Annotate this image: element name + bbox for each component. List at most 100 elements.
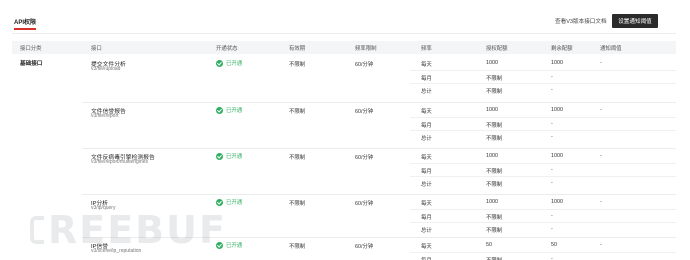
- sub-row-divider: [410, 83, 676, 84]
- quota-remaining: -: [551, 166, 553, 173]
- threshold-value: -: [600, 242, 602, 248]
- quota-remaining: -: [551, 120, 553, 127]
- threshold-value: -: [600, 107, 602, 113]
- quota-remaining: 1000: [551, 153, 563, 159]
- row-divider: [82, 148, 676, 149]
- quota-remaining: 1000: [551, 199, 563, 205]
- tab-api-permissions[interactable]: API权限: [14, 17, 36, 26]
- quota-remaining: 1000: [551, 107, 563, 113]
- check-circle-icon: [216, 59, 223, 67]
- quota-granted: 不限制: [486, 168, 503, 175]
- api-path: v3/file/report/multiengines: [91, 159, 148, 165]
- quota-remaining: 1000: [551, 60, 563, 66]
- quota-granted: 不限制: [486, 256, 502, 260]
- col-granted-quota: 授权配额: [486, 46, 508, 52]
- col-threshold: 通知阈值: [600, 46, 622, 52]
- quota-granted: 不限制: [486, 182, 503, 188]
- status-text: 已开通: [226, 108, 243, 114]
- set-threshold-button[interactable]: 设置通知阈值: [612, 14, 658, 28]
- quota-period: 总计: [421, 228, 432, 234]
- top-bar: API权限 查看V3版本接口文档 设置通知阈值: [0, 0, 690, 33]
- sub-row-divider: [410, 222, 676, 223]
- quota-granted: 1000: [486, 60, 498, 66]
- quota-period: 每天: [421, 62, 432, 68]
- rate-limit-value: 60/分钟: [355, 201, 374, 207]
- rate-limit-value: 60/分钟: [355, 109, 374, 115]
- sub-row-divider: [410, 176, 676, 177]
- threshold-value: -: [600, 153, 602, 159]
- quota-period: 每天: [421, 155, 432, 161]
- col-validity: 有效期: [289, 46, 306, 52]
- col-status: 开通状态: [216, 46, 238, 52]
- quota-remaining: -: [551, 73, 553, 80]
- quota-granted: 1000: [486, 199, 498, 205]
- sub-row-divider: [410, 251, 676, 253]
- status-text: 已开通: [226, 61, 243, 67]
- status-badge: 已开通: [216, 59, 242, 67]
- quota-period: 总计: [421, 89, 432, 95]
- status-badge: 已开通: [216, 198, 242, 206]
- rate-limit-value: 60/分钟: [355, 155, 374, 161]
- threshold-value: -: [600, 60, 602, 66]
- quota-remaining: -: [551, 212, 553, 219]
- watermark-logo-icon: [30, 216, 44, 244]
- quota-granted: 不限制: [486, 228, 503, 234]
- check-circle-icon: [216, 198, 223, 206]
- sub-row-divider: [410, 130, 676, 131]
- quota-period: 每月: [421, 75, 432, 82]
- validity-value: 不限制: [289, 155, 306, 161]
- sub-row-divider: [410, 162, 676, 164]
- quota-period: 每月: [421, 256, 432, 260]
- status-badge: 已开通: [216, 106, 242, 114]
- col-category: 接口分类: [20, 46, 42, 52]
- status-text: 已开通: [226, 200, 243, 206]
- watermark-text: REEBUF: [48, 208, 227, 252]
- quota-period: 每月: [421, 214, 432, 221]
- quota-period: 每天: [421, 244, 432, 250]
- rate-limit-value: 60/分钟: [355, 244, 374, 250]
- quota-period: 每月: [421, 168, 432, 175]
- quota-remaining: -: [551, 255, 553, 260]
- table-header: 接口分类 接口 开通状态 有效期 频率限制 频率 授权配额 剩余配额 通知阈值: [12, 41, 676, 54]
- rate-limit-value: 60/分钟: [355, 62, 374, 68]
- quota-period: 每月: [421, 122, 432, 129]
- status-text: 已开通: [226, 154, 243, 160]
- status-text: 已开通: [226, 243, 243, 249]
- sub-row-divider: [410, 116, 676, 118]
- validity-value: 不限制: [289, 62, 306, 68]
- status-badge: 已开通: [216, 152, 242, 160]
- quota-remaining: -: [551, 87, 553, 93]
- quota-granted: 不限制: [486, 214, 503, 221]
- category-cell: 基础接口: [20, 61, 43, 67]
- col-period: 频率: [421, 46, 432, 52]
- quota-granted: 1000: [486, 153, 498, 159]
- quota-period: 每天: [421, 109, 432, 115]
- quota-granted: 50: [486, 242, 492, 248]
- quota-period: 总计: [421, 182, 432, 188]
- sub-row-divider: [410, 208, 676, 210]
- divider: [12, 33, 676, 34]
- col-remaining-quota: 剩余配额: [551, 46, 573, 52]
- check-circle-icon: [216, 106, 223, 114]
- row-divider: [82, 194, 676, 195]
- col-api: 接口: [91, 46, 102, 52]
- v3-doc-link[interactable]: 查看V3版本接口文档: [555, 17, 607, 25]
- validity-value: 不限制: [289, 201, 306, 207]
- check-circle-icon: [216, 152, 223, 160]
- api-path: v3/file/upload: [91, 66, 121, 72]
- quota-remaining: 50: [551, 242, 557, 248]
- row-divider: [82, 102, 676, 103]
- quota-period: 总计: [421, 136, 432, 142]
- quota-period: 每天: [421, 201, 432, 207]
- quota-remaining: -: [551, 134, 553, 140]
- freebuf-watermark: REEBUF: [30, 208, 227, 252]
- quota-granted: 不限制: [486, 89, 503, 95]
- validity-value: 不限制: [289, 109, 306, 115]
- quota-granted: 不限制: [486, 122, 503, 129]
- threshold-value: -: [600, 199, 602, 205]
- sub-row-divider: [410, 69, 676, 71]
- quota-granted: 不限制: [486, 136, 503, 142]
- col-rate-limit: 频率限制: [355, 46, 377, 52]
- quota-remaining: -: [551, 180, 553, 186]
- api-path: v3/file/report: [91, 113, 119, 119]
